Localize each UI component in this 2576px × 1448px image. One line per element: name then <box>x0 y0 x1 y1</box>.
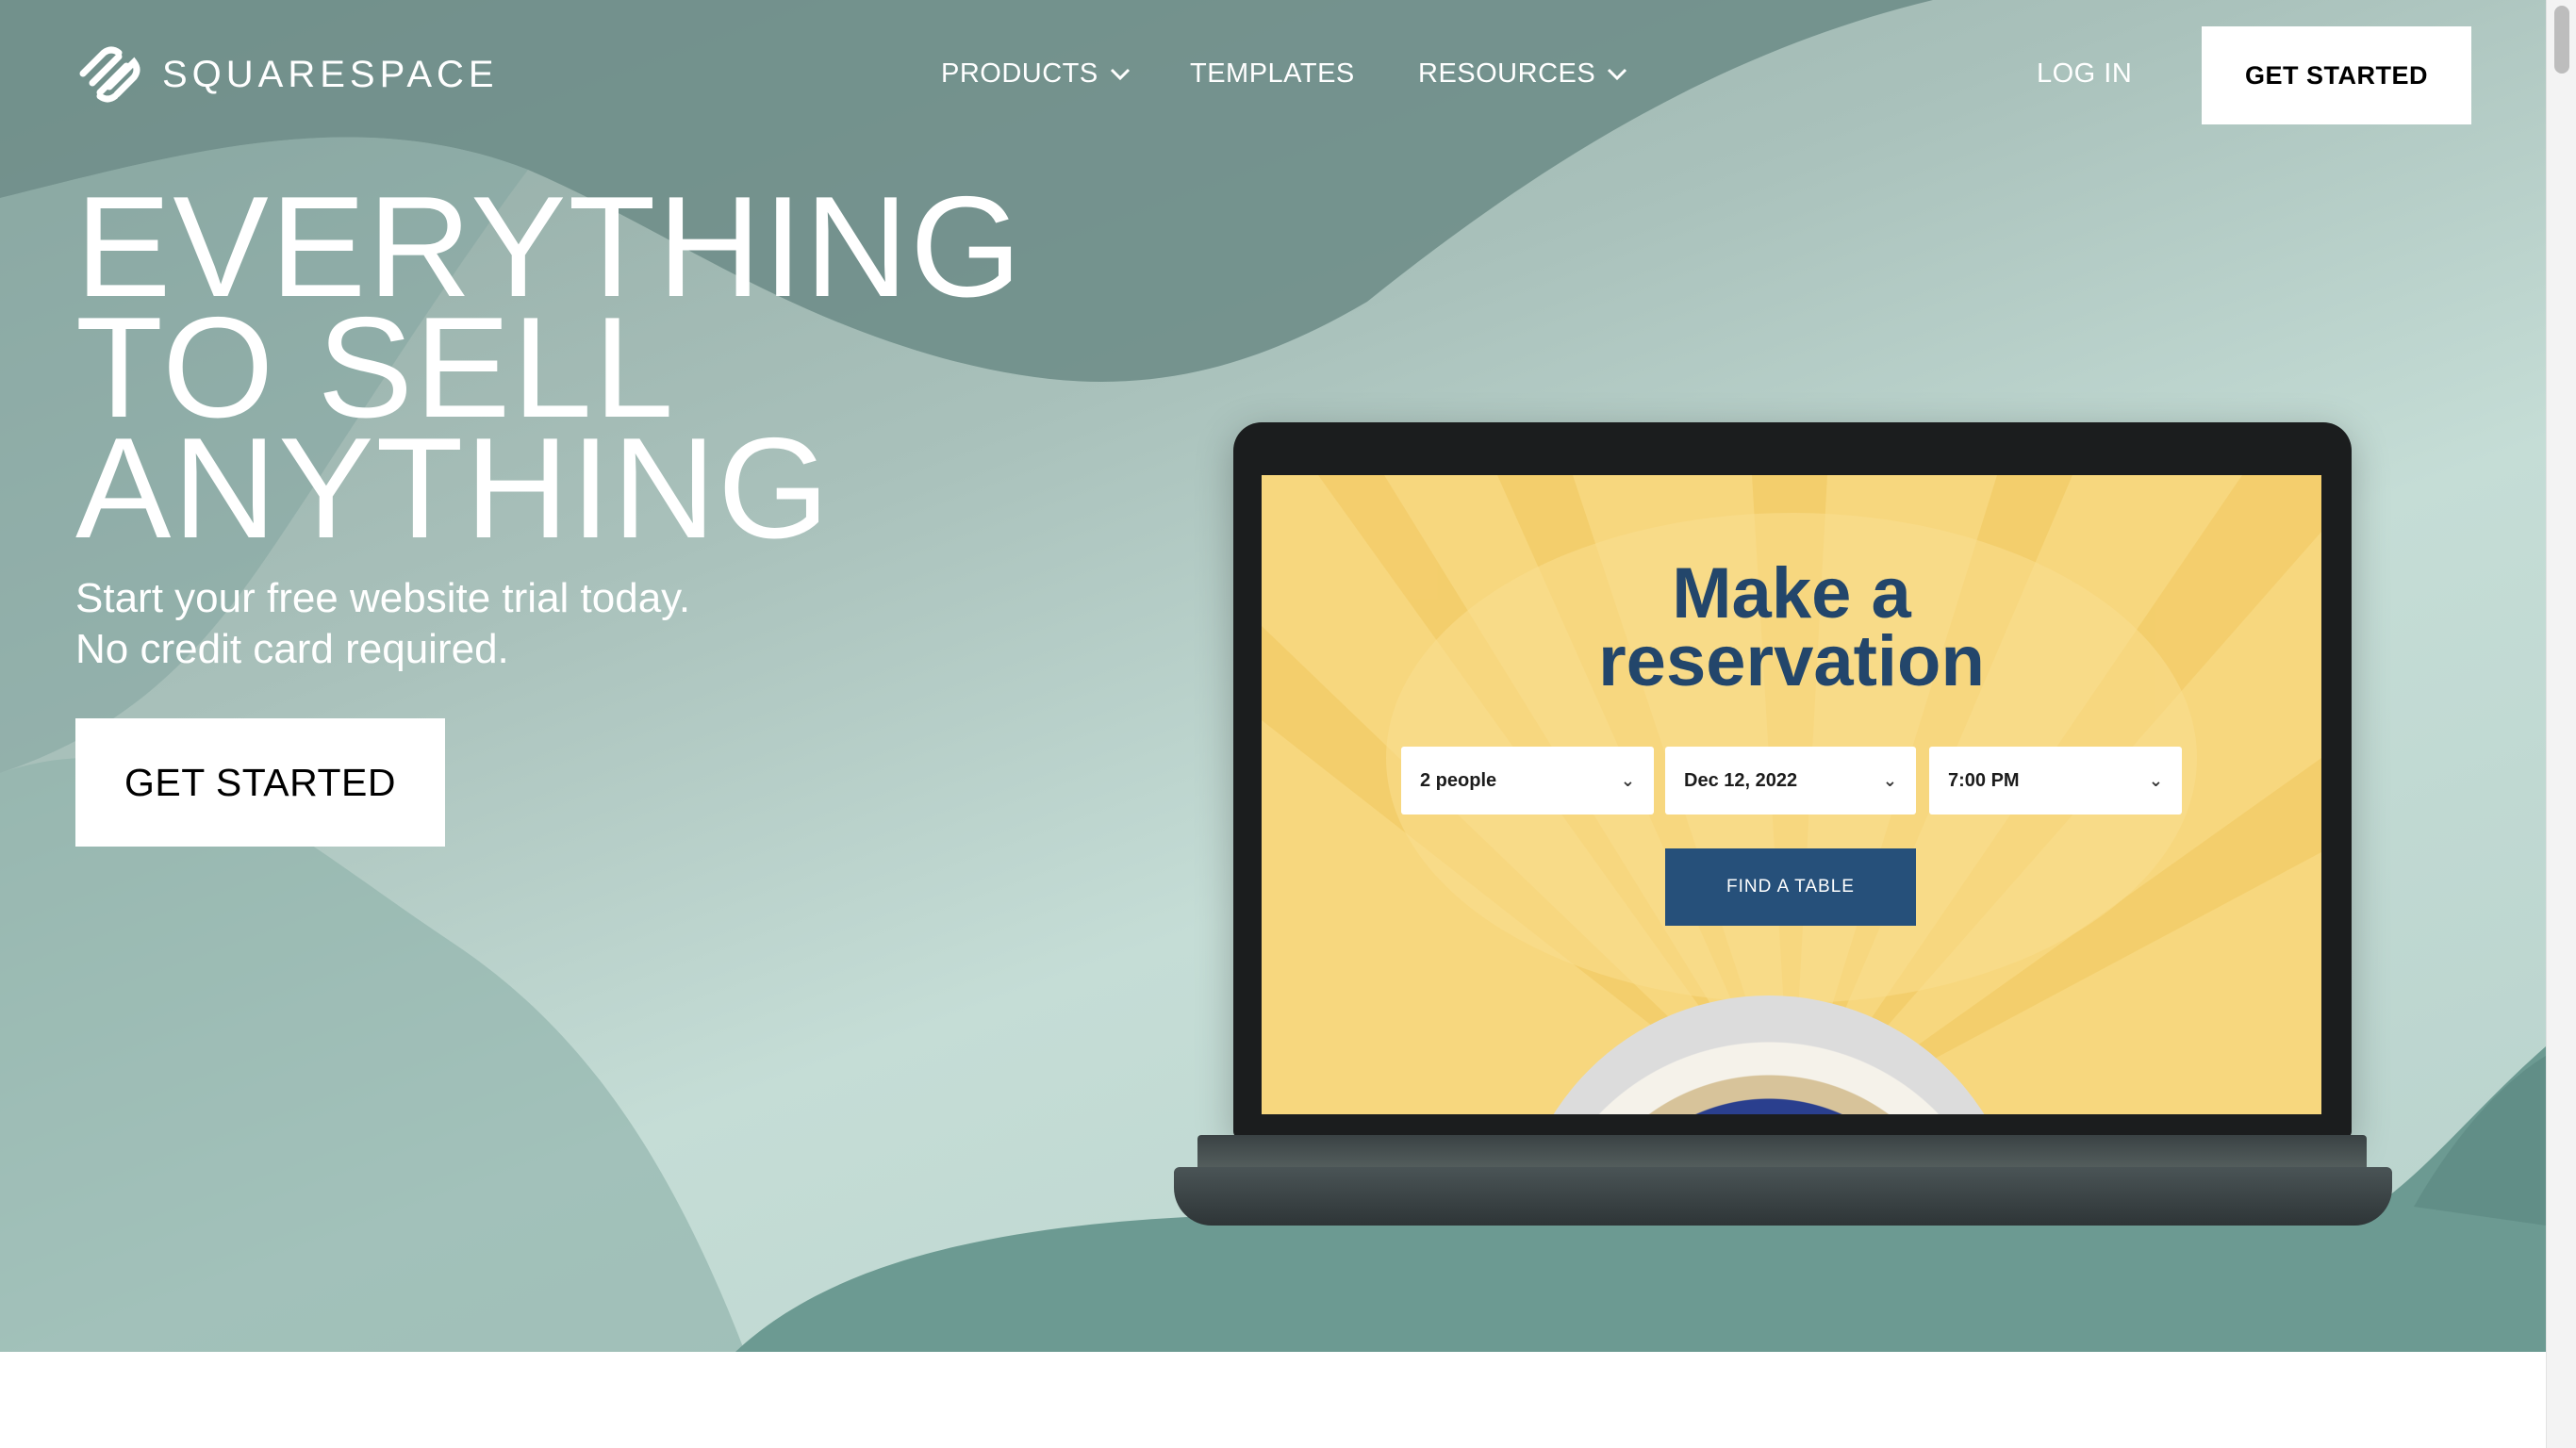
find-a-table-button[interactable]: FIND A TABLE <box>1665 848 1916 926</box>
login-label: LOG IN <box>2037 58 2133 89</box>
reservation-title-line-2: reservation <box>1598 621 1985 701</box>
date-value: Dec 12, 2022 <box>1684 769 1798 791</box>
nav-templates-label: TEMPLATES <box>1190 58 1355 89</box>
nav-templates[interactable]: TEMPLATES <box>1190 58 1355 90</box>
hero-section: SQUARESPACE PRODUCTS TEMPLATES RESOURCES… <box>0 0 2546 1352</box>
party-size-value: 2 people <box>1420 769 1497 791</box>
scrollbar-thumb[interactable] <box>2554 6 2569 74</box>
time-select[interactable]: 7:00 PM ⌄ <box>1929 747 2182 814</box>
chevron-down-icon: ⌄ <box>2148 770 2163 790</box>
reservation-title-line-1: Make a <box>1672 553 1911 634</box>
nav-resources-label: RESOURCES <box>1418 58 1596 89</box>
login-link[interactable]: LOG IN <box>2037 58 2132 90</box>
page-scrollbar[interactable] <box>2546 0 2576 1448</box>
squarespace-logo[interactable]: SQUARESPACE <box>75 45 499 104</box>
hero-subtext: Start your free website trial today. No … <box>75 573 690 675</box>
laptop-hinge <box>1197 1135 2367 1171</box>
subtext-line-2: No credit card required. <box>75 626 509 672</box>
page-below-hero <box>0 1352 2546 1448</box>
date-select[interactable]: Dec 12, 2022 ⌄ <box>1665 747 1916 814</box>
reservation-title: Make a reservation <box>1262 553 2321 701</box>
hero-get-started-button[interactable]: GET STARTED <box>75 718 445 847</box>
party-size-select[interactable]: 2 people ⌄ <box>1401 747 1654 814</box>
chevron-down-icon: ⌄ <box>1620 770 1635 790</box>
brand-name: SQUARESPACE <box>162 53 499 95</box>
nav-products-label: PRODUCTS <box>941 58 1098 89</box>
chevron-down-icon <box>1608 68 1627 80</box>
subtext-line-1: Start your free website trial today. <box>75 575 691 621</box>
nav-resources[interactable]: RESOURCES <box>1418 58 1627 90</box>
headline-line-3: ANYTHING <box>75 408 832 568</box>
header-get-started-button[interactable]: GET STARTED <box>2202 26 2471 124</box>
hero-headline: EVERYTHING TO SELL ANYTHING <box>75 175 1023 568</box>
laptop-screen: Make a reservation 2 people ⌄ Dec 12, 20… <box>1262 475 2321 1114</box>
time-value: 7:00 PM <box>1948 769 2020 791</box>
chevron-down-icon: ⌄ <box>1882 770 1897 790</box>
squarespace-logo-icon <box>79 46 140 103</box>
laptop-base <box>1174 1167 2392 1226</box>
nav-products[interactable]: PRODUCTS <box>941 58 1131 90</box>
chevron-down-icon <box>1110 68 1130 80</box>
